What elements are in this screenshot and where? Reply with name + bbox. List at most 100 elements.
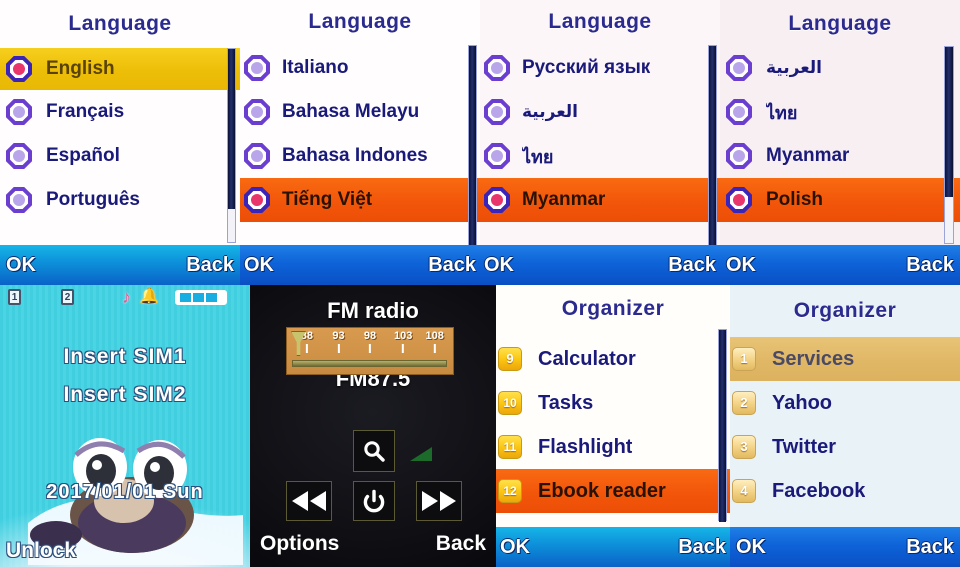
language-panel-1: Language English Français Español Portug… <box>0 0 240 285</box>
softkey-left[interactable]: OK <box>6 254 36 277</box>
list-item-label: Português <box>46 189 140 210</box>
list-item-label: Calculator <box>538 347 636 370</box>
list-item-label: Myanmar <box>766 145 850 166</box>
list-item[interactable]: ไทย <box>480 134 720 178</box>
organizer-panel-1: Organizer 9 Calculator 10 Tasks 11 Flash… <box>496 285 730 567</box>
search-icon[interactable] <box>353 430 395 472</box>
rewind-icon[interactable] <box>286 481 332 521</box>
radio-button-icon[interactable] <box>244 187 270 213</box>
list-item[interactable]: Русский язык <box>480 46 720 90</box>
softkey-left[interactable]: OK <box>500 536 530 559</box>
radio-button-icon[interactable] <box>484 187 510 213</box>
list-item[interactable]: Polish <box>720 178 960 222</box>
language-panel-4: Language العربية ไทย Myanmar Polish OK B… <box>720 0 960 285</box>
radio-button-icon[interactable] <box>244 99 270 125</box>
scrollbar-thumb[interactable] <box>719 330 726 522</box>
list-item[interactable]: 3 Twitter <box>730 425 960 469</box>
dial-tick: 98 <box>363 330 377 342</box>
softkey-right[interactable]: Back <box>906 254 954 277</box>
radio-button-icon[interactable] <box>6 56 32 82</box>
radio-button-icon[interactable] <box>726 143 752 169</box>
list-item-label: Flashlight <box>538 435 633 458</box>
list-item[interactable]: 4 Facebook <box>730 469 960 513</box>
softkey-right[interactable]: Back <box>906 536 954 559</box>
sim2-icon: 2 <box>61 289 74 305</box>
page-title: FM radio <box>327 298 419 323</box>
radio-button-icon[interactable] <box>484 143 510 169</box>
list-item-label: Français <box>46 101 125 122</box>
list-item[interactable]: Bahasa Melayu <box>240 90 480 134</box>
softkey-left[interactable]: OK <box>484 254 514 277</box>
list-item-label: Español <box>46 145 120 166</box>
list-item[interactable]: Myanmar <box>480 178 720 222</box>
list-item[interactable]: 12 Ebook reader <box>496 469 730 513</box>
unlock-softkey[interactable]: Unlock <box>6 539 76 563</box>
list-item-label: English <box>46 58 115 79</box>
battery-icon <box>174 289 227 305</box>
radio-button-icon[interactable] <box>244 143 270 169</box>
radio-button-icon[interactable] <box>726 187 752 213</box>
softkey-left[interactable]: OK <box>726 254 756 277</box>
list-item-label: Myanmar <box>522 189 606 210</box>
list-item[interactable]: English <box>0 48 240 90</box>
list-item-label: Tasks <box>538 391 594 414</box>
scrollbar-thumb[interactable] <box>945 47 953 197</box>
dial-tick: 103 <box>394 330 413 342</box>
scrollbar-thumb[interactable] <box>709 46 716 246</box>
radio-button-icon[interactable] <box>244 55 270 81</box>
softkey-left[interactable]: OK <box>736 536 766 559</box>
volume-icon[interactable] <box>410 447 432 461</box>
page-title: Language <box>788 12 892 35</box>
page-title: Language <box>548 10 652 33</box>
organizer-panel-2: Organizer 1 Services 2 Yahoo 3 Twitter 4… <box>730 285 960 567</box>
scrollbar[interactable] <box>718 329 727 522</box>
softkey-left[interactable]: Options <box>260 532 339 556</box>
scrollbar[interactable] <box>708 45 717 246</box>
list-item[interactable]: Tiếng Việt <box>240 178 480 222</box>
dial-tick: 93 <box>332 330 345 342</box>
radio-button-icon[interactable] <box>484 99 510 125</box>
softkey-right[interactable]: Back <box>428 254 476 277</box>
language-list: English Français Español Português <box>0 48 240 222</box>
radio-button-icon[interactable] <box>484 55 510 81</box>
scrollbar[interactable] <box>468 45 477 246</box>
scrollbar-thumb[interactable] <box>469 46 476 246</box>
softkey-left[interactable]: OK <box>244 254 274 277</box>
softkey-right[interactable]: Back <box>678 536 726 559</box>
list-item[interactable]: 10 Tasks <box>496 381 730 425</box>
music-note-icon: ♪ <box>122 287 131 307</box>
radio-button-icon[interactable] <box>726 55 752 81</box>
scrollbar-thumb[interactable] <box>228 49 235 209</box>
softkey-bar: OK Back <box>480 245 720 285</box>
list-item[interactable]: Português <box>0 178 240 222</box>
softkey-right[interactable]: Back <box>186 254 234 277</box>
list-item[interactable]: العربية <box>720 46 960 90</box>
list-item[interactable]: Español <box>0 134 240 178</box>
list-item-label: العربية <box>522 102 579 121</box>
fm-radio-panel: FM radio 88 93 98 103 108 FM87.5 Options… <box>250 285 496 567</box>
list-item[interactable]: Italiano <box>240 46 480 90</box>
scrollbar[interactable] <box>227 48 236 243</box>
list-item[interactable]: العربية <box>480 90 720 134</box>
item-number-badge: 2 <box>732 391 756 415</box>
power-icon[interactable] <box>353 481 395 521</box>
language-panel-3: Language Русский язык العربية ไทย Myanma… <box>480 0 720 285</box>
softkey-right[interactable]: Back <box>668 254 716 277</box>
sim1-icon: 1 <box>8 289 21 305</box>
softkey-right[interactable]: Back <box>436 532 486 556</box>
list-item[interactable]: ไทย <box>720 90 960 134</box>
radio-button-icon[interactable] <box>6 187 32 213</box>
radio-button-icon[interactable] <box>6 143 32 169</box>
list-item[interactable]: 11 Flashlight <box>496 425 730 469</box>
radio-button-icon[interactable] <box>726 99 752 125</box>
list-item[interactable]: Myanmar <box>720 134 960 178</box>
list-item[interactable]: 2 Yahoo <box>730 381 960 425</box>
frequency-dial[interactable]: 88 93 98 103 108 <box>286 327 454 375</box>
radio-button-icon[interactable] <box>6 99 32 125</box>
list-item[interactable]: 9 Calculator <box>496 337 730 381</box>
list-item[interactable]: 1 Services <box>730 337 960 381</box>
forward-icon[interactable] <box>416 481 462 521</box>
list-item[interactable]: Bahasa Indones <box>240 134 480 178</box>
scrollbar[interactable] <box>944 46 954 244</box>
list-item[interactable]: Français <box>0 90 240 134</box>
